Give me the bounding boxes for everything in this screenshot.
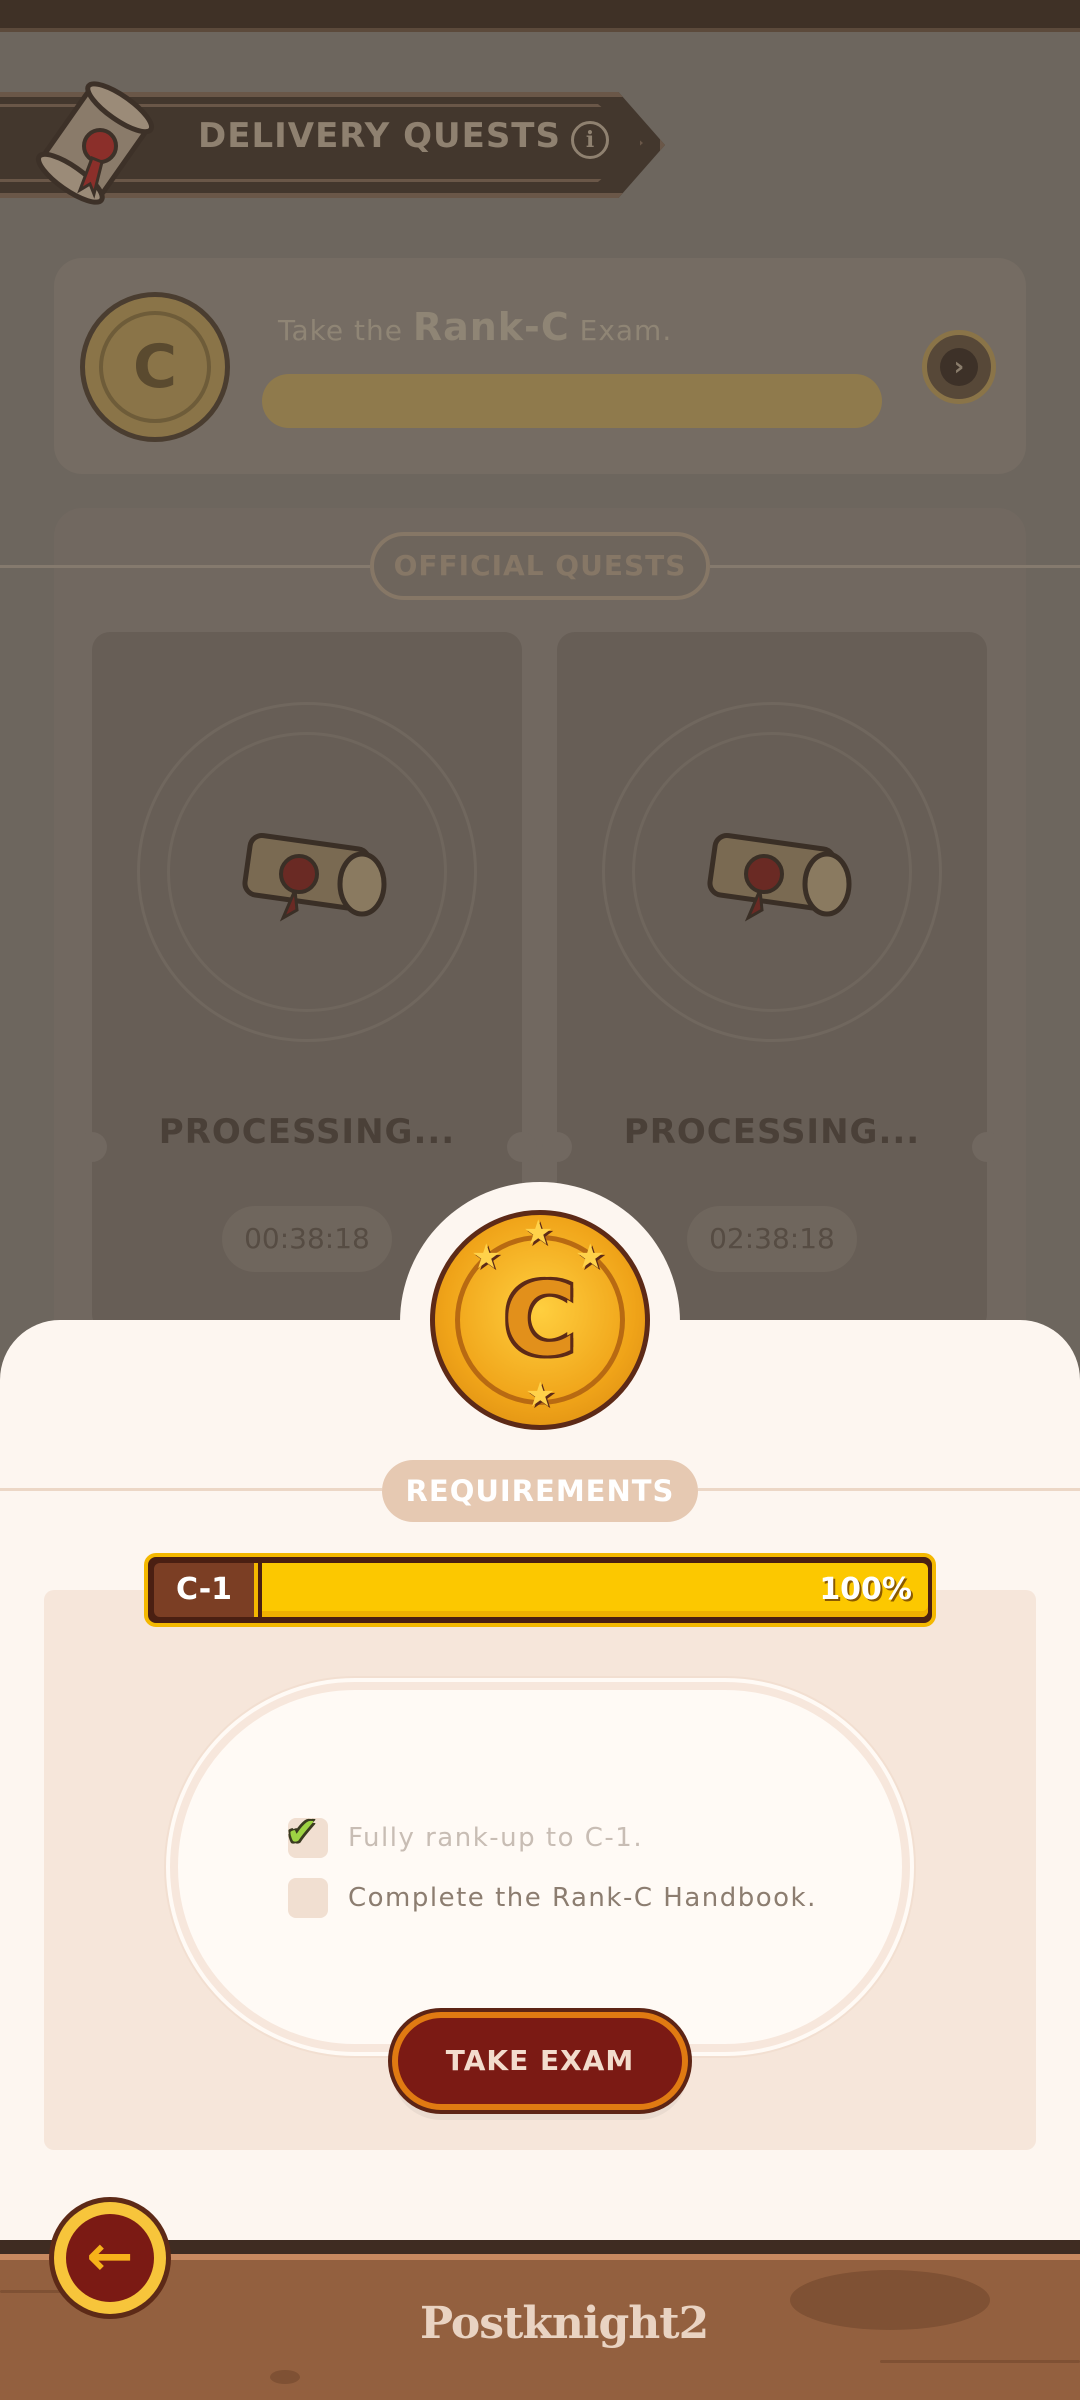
quest-status: PROCESSING... [158, 1112, 456, 1152]
quest-timer: 00:38:18 [222, 1206, 392, 1272]
progress-percent: 100% [819, 1572, 912, 1607]
card-notch [77, 1132, 107, 1162]
divider-right [710, 565, 1080, 568]
requirement-label: Complete the Rank-C Handbook. [348, 1883, 817, 1913]
rank-c-medal-icon: C ★ ★ ★ ★ [430, 1210, 650, 1430]
scroll-icon [35, 81, 155, 205]
requirement-checkbox [288, 1878, 328, 1918]
requirements-list-frame [170, 1682, 910, 2052]
progress-track: 100% [262, 1563, 928, 1617]
wood-grain [880, 2360, 1080, 2363]
arrow-left-icon: ← [66, 2214, 154, 2302]
wood-knot [790, 2270, 990, 2330]
card-notch [972, 1132, 1002, 1162]
rank-progress-bar [262, 374, 882, 428]
rank-exam-text: Take the Rank-C Exam. [278, 305, 672, 349]
requirement-label: Fully rank-up to C-1. [348, 1823, 644, 1853]
rank-text-suffix: Exam. [579, 314, 673, 347]
rank-text-prefix: Take the [278, 314, 403, 347]
divider-left [0, 565, 370, 568]
take-exam-button[interactable]: TAKE EXAM [392, 2012, 688, 2110]
star-icon: ★ [525, 1375, 556, 1415]
wood-knot [270, 2370, 300, 2384]
requirement-item: Complete the Rank-C Handbook. [288, 1878, 817, 1918]
page-title: DELIVERY QUESTS [198, 116, 561, 156]
back-button[interactable]: ← [54, 2202, 166, 2314]
scroll-icon [707, 832, 852, 922]
star-icon: ★ [575, 1237, 606, 1277]
requirement-item: ✔ Fully rank-up to C-1. [286, 1810, 644, 1858]
requirement-checkbox: ✔ [286, 1810, 328, 1858]
checkmark-icon: ✔ [286, 1810, 318, 1854]
scroll-icon [242, 832, 387, 922]
top-strip [0, 0, 1080, 32]
official-quests-title: OFFICIAL QUESTS [370, 532, 710, 600]
quest-status: PROCESSING... [623, 1112, 921, 1152]
postknight-logo: Postknight2 [420, 2298, 709, 2349]
rank-progress: C-1 100% [144, 1553, 936, 1627]
progress-level: C-1 [154, 1563, 258, 1617]
rank-c-medal-icon: C [80, 292, 230, 442]
quest-timer: 02:38:18 [687, 1206, 857, 1272]
star-icon: ★ [471, 1237, 502, 1277]
requirements-title: REQUIREMENTS [382, 1460, 698, 1522]
chevron-right-icon: › [940, 348, 978, 386]
card-notch [542, 1132, 572, 1162]
info-icon[interactable]: i [571, 121, 609, 159]
card-notch [507, 1132, 537, 1162]
rank-name: Rank-C [412, 305, 570, 349]
star-icon: ★ [523, 1213, 554, 1253]
rank-medal-letter: C [99, 311, 211, 423]
divider-left [0, 1488, 382, 1491]
rank-next-button[interactable]: › [922, 330, 996, 404]
divider-right [698, 1488, 1080, 1491]
